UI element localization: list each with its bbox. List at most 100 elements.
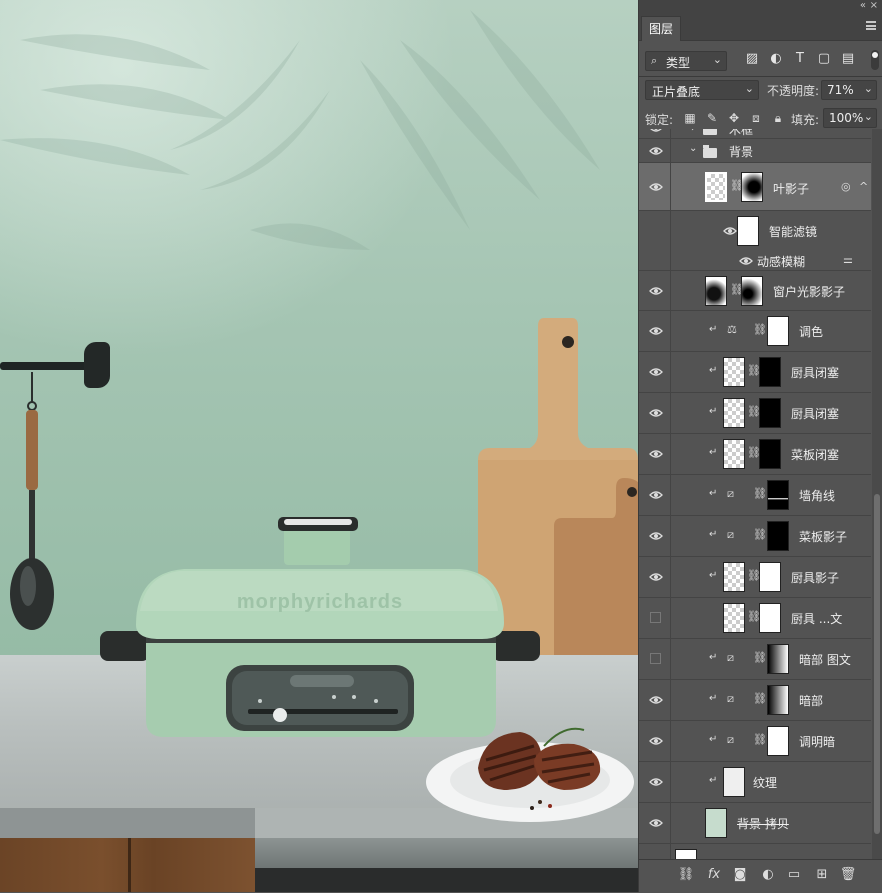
chain-link-icon[interactable]: ⛓: [753, 651, 767, 664]
layer-mask-thumbnail[interactable]: [759, 603, 781, 633]
layer-row[interactable]: ⛓ 窗户光影影子: [639, 271, 871, 311]
layer-mask-thumbnail[interactable]: [759, 398, 781, 428]
lock-position-icon[interactable]: ✥: [727, 111, 741, 125]
layer-mask-thumbnail[interactable]: [767, 521, 789, 551]
layer-row-hidden[interactable]: ↵ ⧄ ⛓ 暗部 图文: [639, 639, 871, 680]
opacity-field[interactable]: 71% ⌄: [821, 80, 877, 100]
trash-icon[interactable]: 🗑︎: [839, 867, 857, 882]
layer-row[interactable]: ↵ ⧄ ⛓ 暗部: [639, 680, 871, 721]
fx-icon[interactable]: fx: [705, 867, 723, 882]
caret-right-icon[interactable]: ›: [691, 129, 695, 134]
image-filter-icon[interactable]: ▨: [745, 52, 759, 66]
eye-icon[interactable]: [649, 572, 663, 582]
layer-filter-select[interactable]: ⌕ 类型 ⌄: [645, 51, 727, 71]
new-layer-icon[interactable]: ⊞: [813, 867, 831, 882]
layer-thumbnail[interactable]: [705, 276, 727, 306]
layer-row[interactable]: ↵ ⚖ ⛓ 调色: [639, 311, 871, 352]
layer-mask-thumbnail[interactable]: [767, 685, 789, 715]
filter-effect-row[interactable]: 动感模糊 ⚌: [639, 251, 871, 271]
eye-icon[interactable]: [649, 367, 663, 377]
scrollbar-thumb[interactable]: [874, 494, 880, 834]
lock-artboard-icon[interactable]: ⧈: [749, 111, 763, 125]
curves-icon[interactable]: ⧄: [727, 692, 734, 706]
layer-thumbnail[interactable]: [723, 357, 745, 387]
document-canvas[interactable]: morphyrichards: [0, 0, 638, 892]
layer-row[interactable]: ↵ ⛓ 菜板闭塞: [639, 434, 871, 475]
collapse-panels-icon[interactable]: «: [860, 0, 866, 11]
layer-mask-thumbnail[interactable]: [767, 644, 789, 674]
layer-thumbnail[interactable]: [723, 398, 745, 428]
layer-thumbnail[interactable]: [705, 808, 727, 838]
layer-mask-thumbnail[interactable]: [759, 439, 781, 469]
lock-transparent-icon[interactable]: ▦: [683, 111, 697, 125]
layer-thumbnail[interactable]: [723, 439, 745, 469]
layer-mask-thumbnail[interactable]: [759, 562, 781, 592]
layer-thumbnail[interactable]: [723, 603, 745, 633]
lock-paint-icon[interactable]: ✎: [705, 111, 719, 125]
tab-layers[interactable]: 图层: [641, 16, 681, 41]
eye-icon[interactable]: [649, 129, 663, 133]
layer-row-group-top[interactable]: › 木框: [639, 129, 871, 139]
filter-options-icon[interactable]: ⚌: [843, 253, 853, 266]
smart-object-filter-icon[interactable]: ▤: [841, 52, 855, 66]
layer-row[interactable]: ↵ ⧄ ⛓ 墙角线: [639, 475, 871, 516]
layer-thumbnail[interactable]: [723, 562, 745, 592]
eye-icon[interactable]: [649, 695, 663, 705]
eye-icon[interactable]: [649, 182, 663, 192]
visibility-off-box[interactable]: [650, 612, 661, 623]
smart-filter-row[interactable]: 智能滤镜: [639, 211, 871, 251]
fill-field[interactable]: 100% ⌄: [823, 108, 877, 128]
layer-thumbnail[interactable]: [705, 172, 727, 202]
layer-mask-thumbnail[interactable]: [741, 276, 763, 306]
layers-scrollbar[interactable]: [872, 129, 882, 859]
link-layers-icon[interactable]: ⛓: [677, 867, 695, 882]
smart-object-thumbnail[interactable]: [723, 767, 745, 797]
color-balance-icon[interactable]: ⚖: [727, 323, 737, 336]
layer-row[interactable]: ↵ ⛓ 厨具闭塞: [639, 352, 871, 393]
eye-icon[interactable]: [649, 777, 663, 787]
layer-row-hidden[interactable]: ⛓ 厨具 ...文: [639, 598, 871, 639]
smart-filter-mask-thumbnail[interactable]: [737, 216, 759, 246]
layer-row[interactable]: ↵ ⧄ ⛓ 菜板影子: [639, 516, 871, 557]
chain-link-icon[interactable]: ⛓: [753, 528, 767, 541]
collapse-caret-icon[interactable]: ^: [859, 180, 868, 193]
add-mask-icon[interactable]: ◙: [731, 867, 749, 882]
visibility-off-box[interactable]: [650, 653, 661, 664]
adjustment-layer-icon[interactable]: ◐: [759, 867, 777, 882]
eye-icon[interactable]: [723, 226, 737, 236]
lock-all-icon[interactable]: 🔒︎: [771, 111, 785, 125]
chain-link-icon[interactable]: ⛓: [753, 692, 767, 705]
layer-row[interactable]: ↵ ⛓ 厨具影子: [639, 557, 871, 598]
type-filter-icon[interactable]: T: [793, 52, 807, 66]
layer-row[interactable]: ↵ ⛓ 厨具闭塞: [639, 393, 871, 434]
eye-icon[interactable]: [649, 736, 663, 746]
panel-menu-icon[interactable]: [866, 21, 876, 30]
caret-down-icon[interactable]: ⌄: [689, 143, 697, 154]
eye-icon[interactable]: [649, 449, 663, 459]
layer-row-partial[interactable]: [639, 844, 871, 859]
eye-icon[interactable]: [649, 326, 663, 336]
new-group-icon[interactable]: ▭: [785, 867, 803, 882]
layer-thumbnail[interactable]: [675, 849, 697, 859]
layer-row-group[interactable]: ⌄ 背景: [639, 139, 871, 163]
curves-icon[interactable]: ⧄: [727, 733, 734, 747]
layer-row[interactable]: 背景 拷贝: [639, 803, 871, 844]
layer-mask-thumbnail[interactable]: [767, 316, 789, 346]
filter-toggle[interactable]: [871, 50, 879, 70]
layer-mask-thumbnail[interactable]: [741, 172, 763, 202]
curves-icon[interactable]: ⧄: [727, 487, 734, 501]
curves-icon[interactable]: ⧄: [727, 651, 734, 665]
blend-mode-select[interactable]: 正片叠底 ⌄: [645, 80, 759, 100]
chain-link-icon[interactable]: ⛓: [753, 323, 767, 336]
eye-icon[interactable]: [649, 286, 663, 296]
layer-row[interactable]: ↵ ⧄ ⛓ 调明暗: [639, 721, 871, 762]
adjustment-filter-icon[interactable]: ◐: [769, 52, 783, 66]
eye-icon[interactable]: [649, 146, 663, 156]
layer-mask-thumbnail[interactable]: [767, 480, 789, 510]
shape-filter-icon[interactable]: ▢: [817, 52, 831, 66]
curves-icon[interactable]: ⧄: [727, 528, 734, 542]
eye-icon[interactable]: [739, 256, 753, 266]
layer-mask-thumbnail[interactable]: [767, 726, 789, 756]
chain-link-icon[interactable]: ⛓: [753, 487, 767, 500]
layer-row[interactable]: ↵ 纹理: [639, 762, 871, 803]
